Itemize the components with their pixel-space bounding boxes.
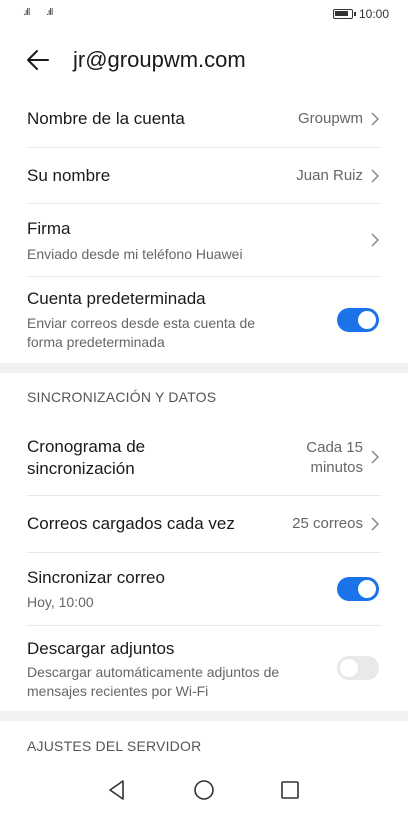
loaded-mails-value: 25 correos	[292, 515, 363, 532]
sync-mail-row: Sincronizar correo Hoy, 10:00	[27, 553, 381, 626]
your-name-value: Juan Ruiz	[296, 167, 363, 184]
chevron-right-icon	[369, 449, 381, 465]
signal-icon-2: .ıll	[46, 8, 53, 18]
download-attachments-label: Descargar adjuntos	[27, 639, 175, 658]
section-divider	[0, 363, 408, 373]
nav-recents-button[interactable]	[278, 778, 302, 802]
battery-icon	[333, 9, 356, 19]
chevron-right-icon	[369, 232, 381, 248]
toggle-knob	[358, 311, 376, 329]
nav-home-button[interactable]	[192, 778, 216, 802]
sync-mail-toggle[interactable]	[337, 577, 379, 601]
default-account-row: Cuenta predeterminada Enviar correos des…	[27, 277, 381, 363]
status-bar: .ıll .ıll 10:00	[0, 0, 408, 28]
sync-mail-label: Sincronizar correo	[27, 568, 165, 587]
toggle-knob	[340, 659, 358, 677]
sync-schedule-label-line2: sincronización	[27, 459, 135, 478]
loaded-mails-label: Correos cargados cada vez	[27, 514, 235, 533]
download-attachments-desc-line1: Descargar automáticamente adjuntos de	[27, 664, 280, 680]
sync-schedule-value-line2: minutos	[310, 459, 363, 476]
section-divider	[0, 711, 408, 721]
sync-section-title: SINCRONIZACIÓN Y DATOS	[27, 389, 217, 405]
default-account-label: Cuenta predeterminada	[27, 289, 206, 308]
status-time: 10:00	[359, 7, 390, 21]
sync-schedule-value-line1: Cada 15	[306, 439, 363, 456]
signal-icon: .ıll	[23, 8, 30, 18]
square-recents-icon	[281, 781, 299, 799]
signature-row[interactable]: Firma Enviado desde mi teléfono Huawei	[27, 204, 381, 277]
sync-schedule-row[interactable]: Cronograma de sincronización Cada 15 min…	[27, 425, 381, 496]
account-name-row[interactable]: Nombre de la cuenta Groupwm	[27, 92, 381, 148]
arrow-left-icon	[27, 50, 49, 70]
page-title: jr@groupwm.com	[73, 47, 246, 72]
your-name-label: Su nombre	[27, 166, 111, 185]
download-attachments-desc-line2: mensajes recientes por Wi-Fi	[27, 683, 209, 699]
server-section-title: AJUSTES DEL SERVIDOR	[27, 738, 202, 754]
nav-back-button[interactable]	[105, 778, 129, 802]
download-attachments-row: Descargar adjuntos Descargar automáticam…	[27, 626, 381, 712]
signature-value: Enviado desde mi teléfono Huawei	[27, 246, 243, 262]
circle-home-icon	[194, 780, 214, 800]
back-button[interactable]	[22, 44, 54, 76]
signature-label: Firma	[27, 219, 71, 238]
account-name-value: Groupwm	[297, 110, 363, 127]
your-name-row[interactable]: Su nombre Juan Ruiz	[27, 148, 381, 204]
loaded-mails-row[interactable]: Correos cargados cada vez 25 correos	[27, 496, 381, 553]
default-account-toggle[interactable]	[337, 308, 379, 332]
download-attachments-toggle[interactable]	[337, 656, 379, 680]
sync-schedule-label-line1: Cronograma de	[27, 437, 146, 456]
chevron-right-icon	[369, 168, 381, 184]
account-name-label: Nombre de la cuenta	[27, 109, 185, 128]
default-account-desc-line1: Enviar correos desde esta cuenta de	[27, 315, 256, 331]
chevron-right-icon	[369, 516, 381, 532]
system-nav-bar	[0, 762, 408, 816]
triangle-back-icon	[109, 780, 124, 800]
toggle-knob	[358, 580, 376, 598]
default-account-desc-line2: forma predeterminada	[27, 334, 165, 350]
chevron-right-icon	[369, 111, 381, 127]
app-header: jr@groupwm.com	[0, 38, 408, 82]
sync-mail-value: Hoy, 10:00	[27, 594, 94, 610]
